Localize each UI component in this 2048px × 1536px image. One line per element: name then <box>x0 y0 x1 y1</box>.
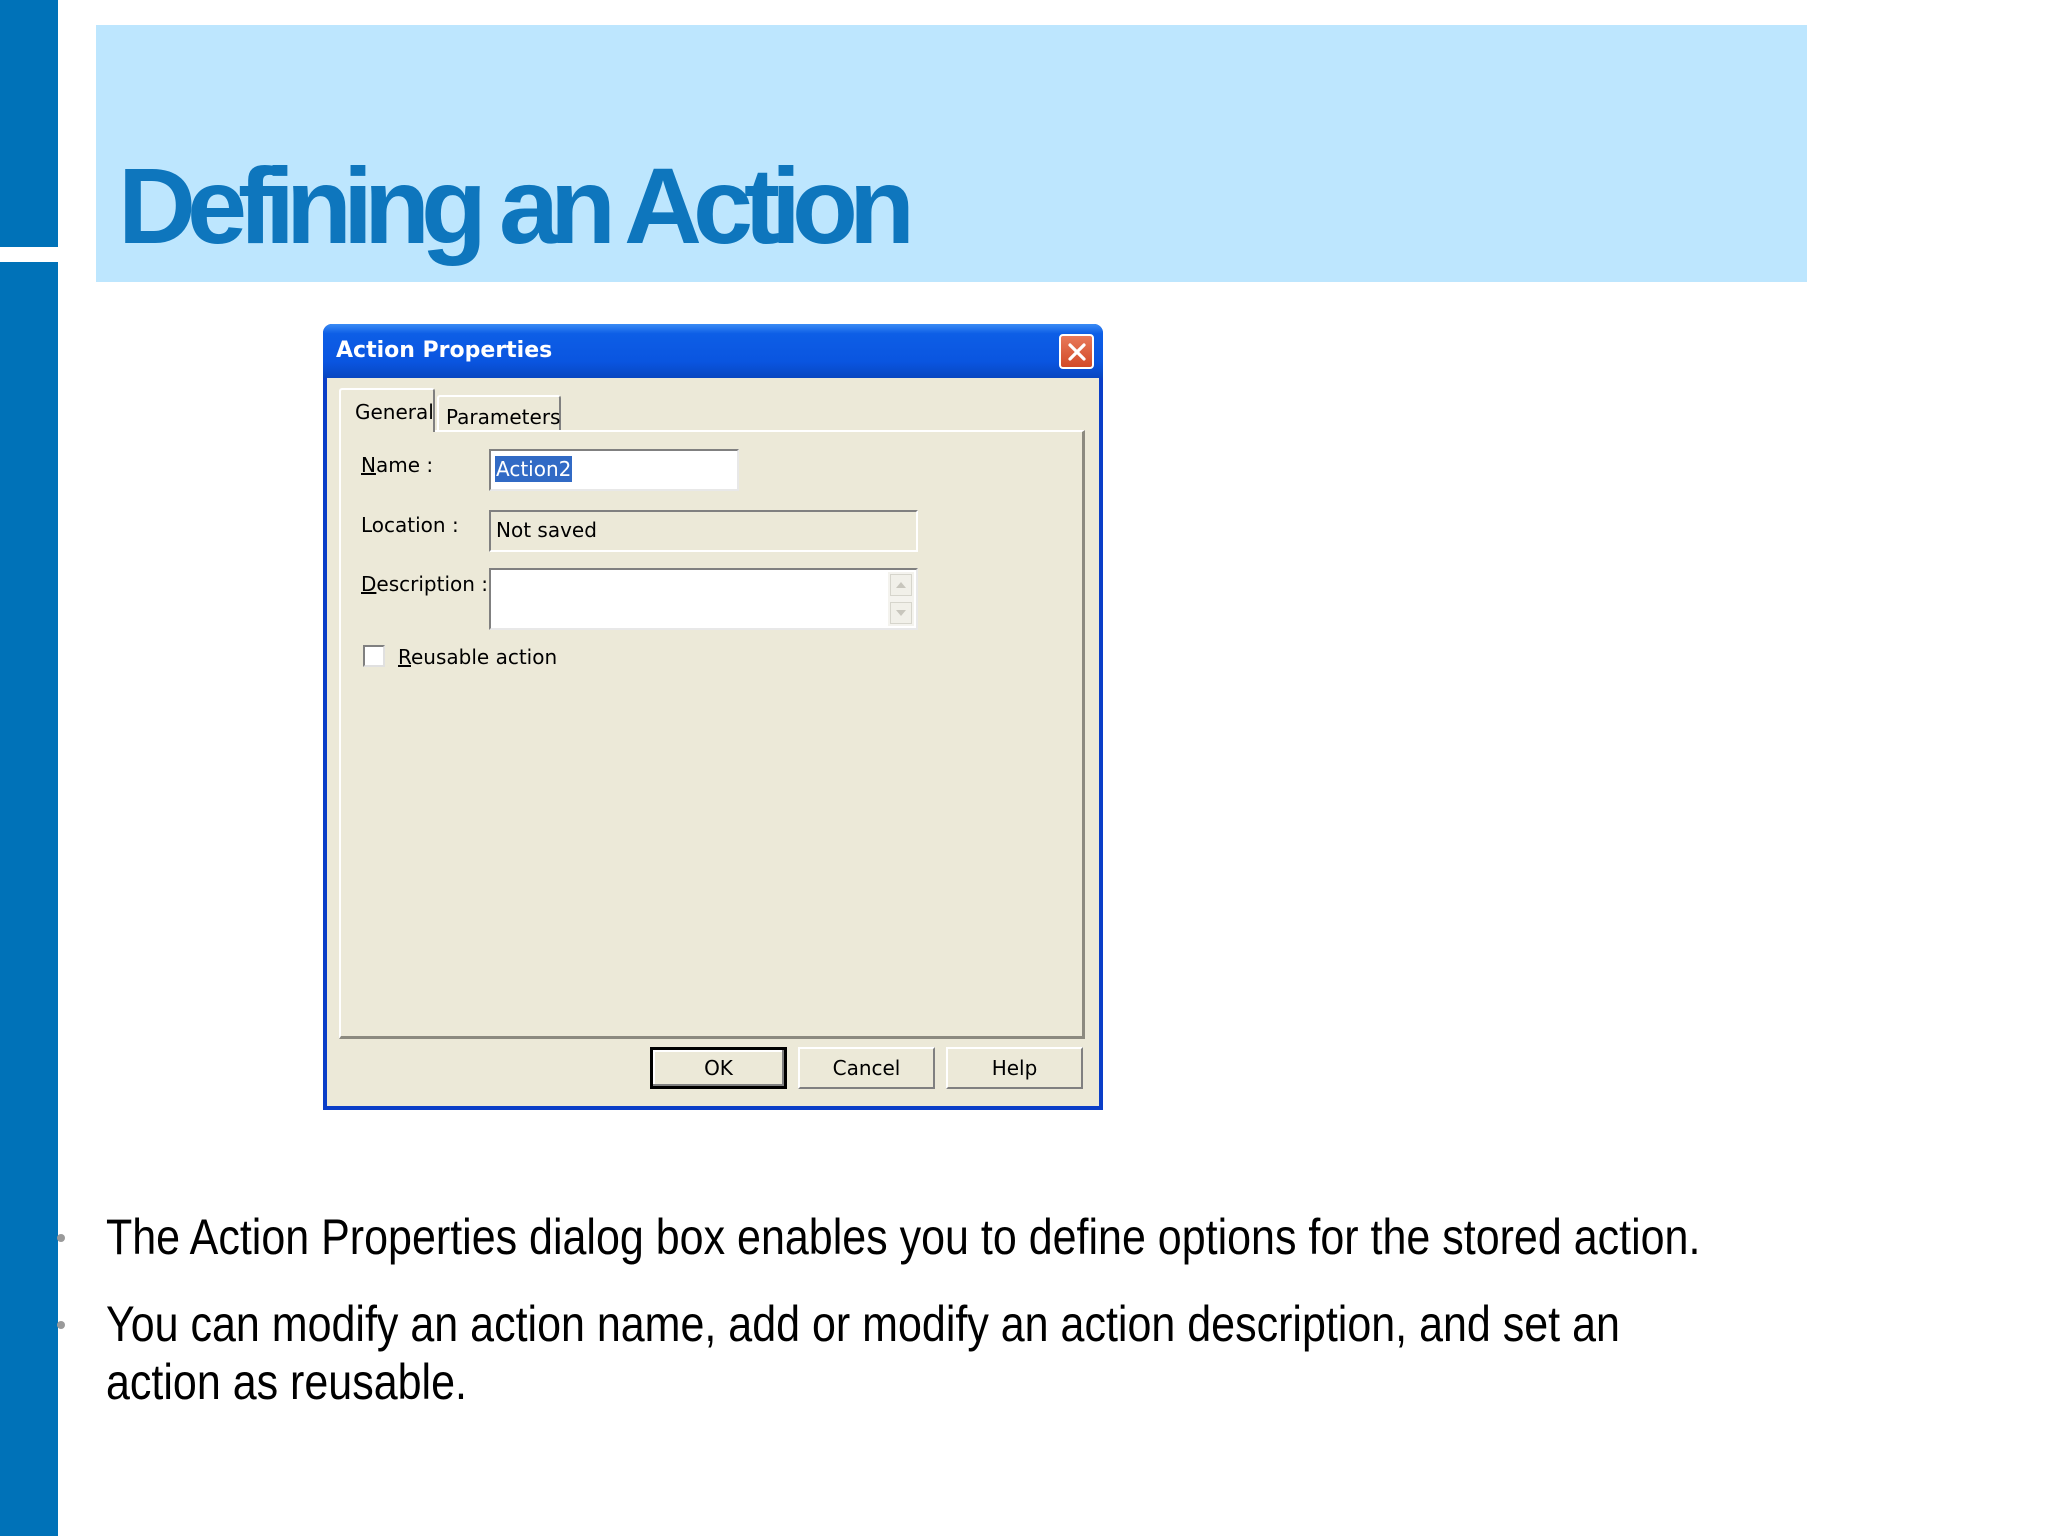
reusable-action-checkbox[interactable] <box>363 645 385 667</box>
dialog-titlebar[interactable]: Action Properties <box>323 324 1103 378</box>
close-icon <box>1067 342 1086 361</box>
cancel-button[interactable]: Cancel <box>798 1047 935 1089</box>
description-scrollbar[interactable] <box>888 572 914 626</box>
action-properties-dialog: Action Properties General Parameters <box>323 324 1103 1110</box>
close-button[interactable] <box>1059 334 1094 369</box>
bullet-text: The Action Properties dialog box enables… <box>106 1209 1701 1265</box>
name-input-value: Action2 <box>495 456 573 482</box>
tab-general-label: General <box>355 400 434 424</box>
ok-button[interactable]: OK <box>650 1047 787 1089</box>
tab-parameters[interactable]: Parameters <box>437 395 561 431</box>
tab-parameters-label: Parameters <box>446 405 561 429</box>
scroll-down-button[interactable] <box>890 602 912 624</box>
description-label: Description : <box>361 572 489 596</box>
arrow-up-icon <box>896 582 906 588</box>
help-button[interactable]: Help <box>946 1047 1083 1089</box>
slide-title: Defining an Action <box>118 145 915 266</box>
scroll-up-button[interactable] <box>890 574 912 596</box>
bullet-marker <box>57 1321 65 1329</box>
reusable-action-label[interactable]: Reusable action <box>398 645 557 669</box>
location-field: Not saved <box>489 510 918 552</box>
description-input[interactable] <box>489 568 918 630</box>
left-accent-bar-lower <box>0 262 58 1536</box>
bullet-marker <box>57 1234 65 1242</box>
bullet-text: You can modify an action name, add or mo… <box>106 1296 1620 1410</box>
name-input[interactable]: Action2 <box>489 449 739 491</box>
location-label: Location : <box>361 513 459 537</box>
dialog-title: Action Properties <box>336 338 553 363</box>
name-label: Name : <box>361 453 434 477</box>
arrow-down-icon <box>896 610 906 616</box>
left-accent-bar <box>0 0 58 247</box>
tab-general[interactable]: General <box>339 388 435 432</box>
